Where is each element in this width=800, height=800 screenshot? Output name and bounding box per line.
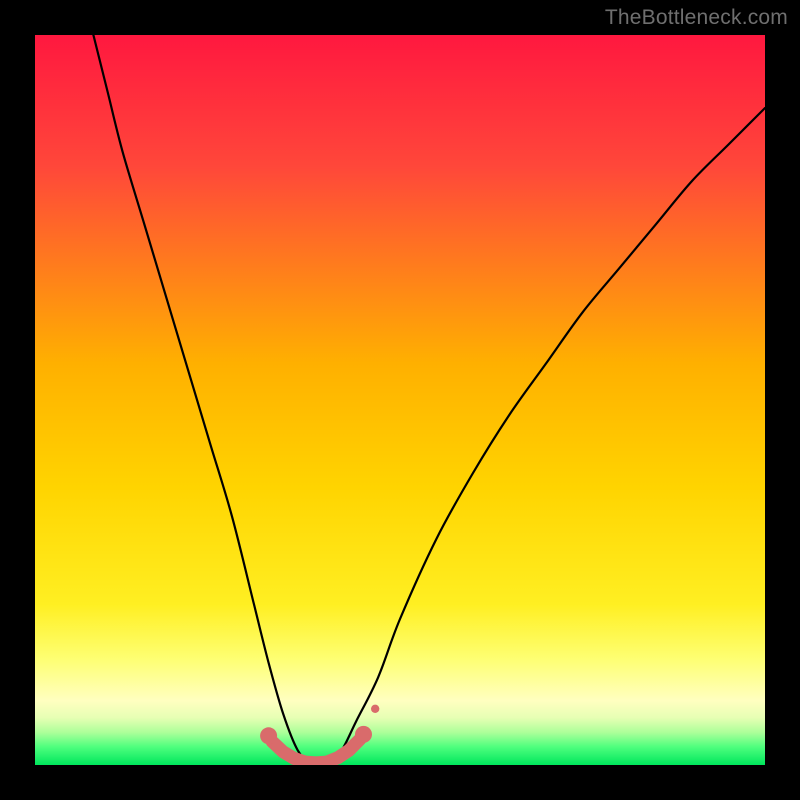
plot-area: [35, 35, 765, 765]
range-marker-dot: [260, 727, 277, 744]
watermark-text: TheBottleneck.com: [605, 6, 788, 30]
range-marker-dot: [371, 705, 379, 713]
outer-frame: TheBottleneck.com: [0, 0, 800, 800]
bottleneck-chart: [35, 35, 765, 765]
range-marker-dot: [355, 726, 372, 743]
gradient-background: [35, 35, 765, 765]
